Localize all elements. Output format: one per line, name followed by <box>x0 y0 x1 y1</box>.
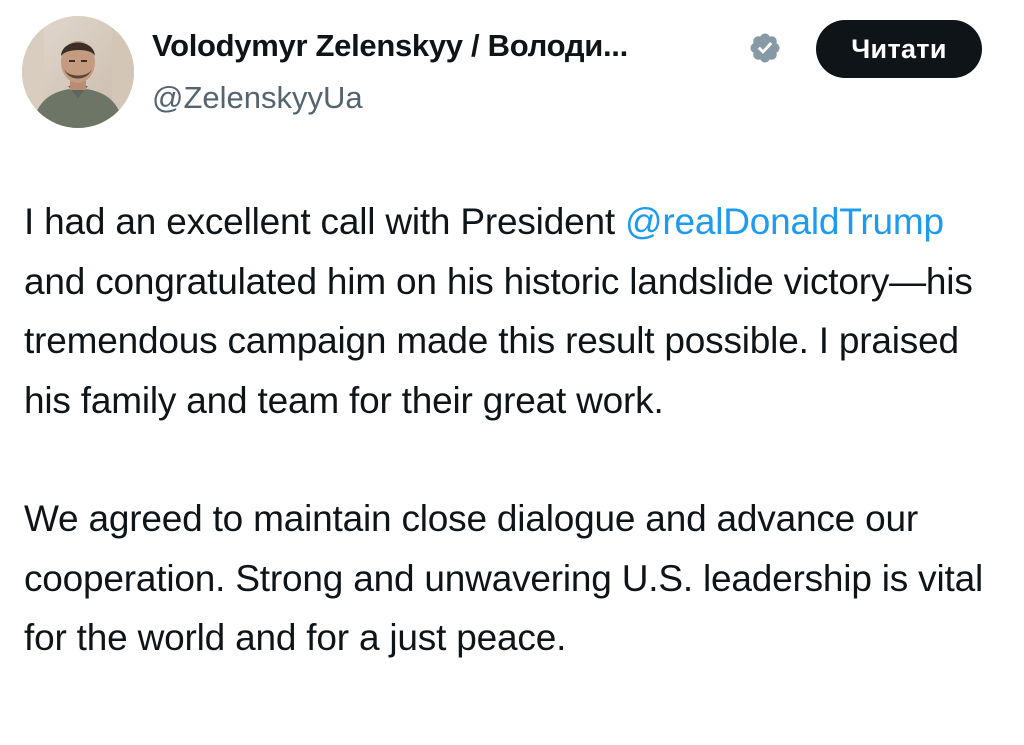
avatar[interactable] <box>22 16 134 128</box>
profile-photo <box>22 16 134 128</box>
author-display-name[interactable]: Volodymyr Zelenskyy / Володи... <box>152 28 628 64</box>
follow-button[interactable]: Читати <box>816 20 982 78</box>
verified-badge-icon <box>750 33 780 63</box>
tweet-text-segment: I had an excellent call with President <box>24 201 625 242</box>
mention-link[interactable]: @realDonaldTrump <box>625 201 944 242</box>
tweet-paragraph-2: We agreed to maintain close dialogue and… <box>24 498 983 658</box>
tweet-text: I had an excellent call with President @… <box>24 192 1014 668</box>
tweet-text-segment: and congratulated him on his historic la… <box>24 260 973 421</box>
author-handle[interactable]: @ZelenskyyUa <box>152 80 363 116</box>
tweet-paragraph-1: I had an excellent call with President @… <box>24 192 1014 430</box>
